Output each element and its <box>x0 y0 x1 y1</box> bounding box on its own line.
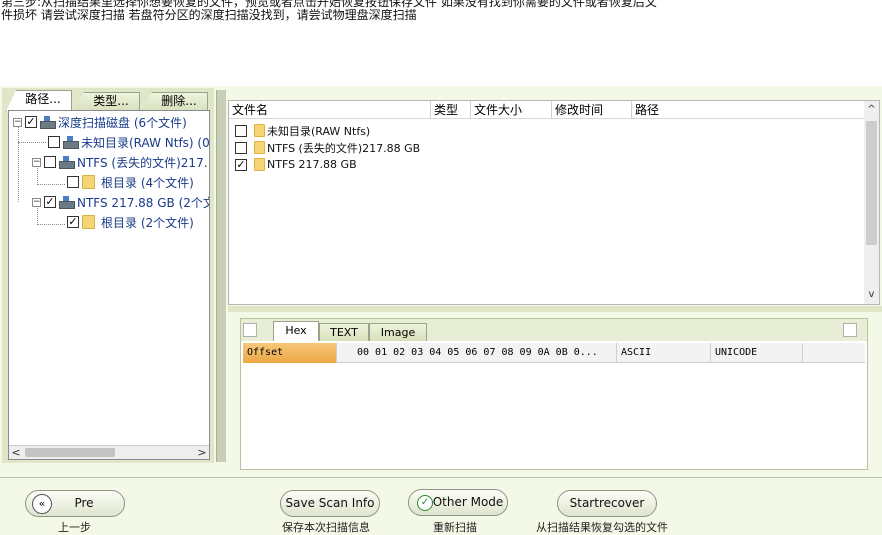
column-header-size[interactable]: 文件大小 <box>471 101 552 119</box>
tab-hex[interactable]: Hex <box>273 321 319 341</box>
tree-connector <box>18 142 46 143</box>
file-list-header: 文件名 类型 文件大小 修改时间 路径 <box>229 101 865 119</box>
hex-header: Offset 00 01 02 03 04 05 06 07 08 09 0A … <box>243 343 865 363</box>
file-row[interactable]: ✓ NTFS 217.88 GB <box>235 156 357 173</box>
tree-tabs: 路径... 类型... 删除... <box>4 90 212 112</box>
save-scan-caption: 保存本次扫描信息 <box>282 521 370 534</box>
instruction-line-2: 件损坏 请尝试深度扫描 若盘符分区的深度扫描没找到，请尝试物理盘深度扫描 <box>1 9 417 22</box>
hex-viewer: Hex TEXT Image Offset 00 01 02 03 04 05 … <box>240 318 868 470</box>
file-row-checkbox[interactable] <box>235 124 247 137</box>
file-row-name: 未知目录(RAW Ntfs) <box>267 124 371 138</box>
hex-column-ascii: ASCII <box>617 343 711 363</box>
tree-item-root-dir-2[interactable]: ✓ 根目录 (2个文件) <box>67 213 194 231</box>
tree-item-checkbox[interactable] <box>67 176 79 188</box>
file-row-checkbox[interactable]: ✓ <box>235 158 247 171</box>
column-header-name[interactable]: 文件名 <box>229 101 431 119</box>
hex-left-square <box>243 323 257 337</box>
scrollbar-thumb[interactable] <box>866 121 877 245</box>
tree-item-label: NTFS 217.88 GB (2个文 <box>77 195 210 210</box>
tab-image[interactable]: Image <box>369 323 427 341</box>
column-header-path[interactable]: 路径 <box>632 101 865 119</box>
column-header-type[interactable]: 类型 <box>431 101 471 119</box>
tree-panel: 路径... 类型... 删除... − ✓ 深度扫描磁盘 (6个文件) 未知目录… <box>2 88 214 463</box>
collapse-icon[interactable]: − <box>32 157 41 167</box>
save-scan-info-label: Save Scan Info <box>285 496 375 510</box>
folder-icon <box>254 124 265 137</box>
vertical-splitter[interactable] <box>216 90 226 462</box>
file-row-checkbox[interactable] <box>235 141 247 154</box>
hex-tabs: Hex TEXT Image <box>241 319 867 341</box>
collapse-icon[interactable]: − <box>13 117 22 127</box>
instruction-text: 第三步:从扫描结果里选择你想要恢复的文件，预览或者点击开始恢复按钮保存文件 如果… <box>0 0 882 86</box>
instruction-line-1: 第三步:从扫描结果里选择你想要恢复的文件，预览或者点击开始恢复按钮保存文件 如果… <box>1 0 657 9</box>
tree-item-checkbox[interactable]: ✓ <box>44 196 56 208</box>
tree-item-label: 根目录 (4个文件) <box>101 175 194 190</box>
tree-connector <box>18 122 19 202</box>
other-mode-button[interactable]: ✓ Other Mode <box>408 489 508 516</box>
tree-item-checkbox[interactable] <box>48 136 60 148</box>
tree-root-checkbox[interactable]: ✓ <box>25 116 37 128</box>
hex-right-square <box>843 323 857 337</box>
tree-connector <box>37 224 65 225</box>
column-header-modified[interactable]: 修改时间 <box>552 101 632 119</box>
tree-item-unknown-dir[interactable]: 未知目录(RAW Ntfs) (0 <box>48 133 210 151</box>
start-recover-label: Startrecover <box>569 496 645 510</box>
tree-horizontal-scrollbar[interactable]: < > <box>9 445 209 459</box>
folder-icon <box>82 175 95 189</box>
pre-caption: 上一步 <box>58 521 91 534</box>
tab-deleted[interactable]: 删除... <box>142 92 208 111</box>
tab-path[interactable]: 路径... <box>6 90 72 112</box>
scroll-up-icon[interactable]: ^ <box>864 103 879 117</box>
folder-icon <box>254 158 265 171</box>
disk-icon <box>40 116 56 129</box>
tab-type[interactable]: 类型... <box>74 92 140 111</box>
hex-column-bytes: 00 01 02 03 04 05 06 07 08 09 0A 0B 0... <box>337 343 617 363</box>
file-row[interactable]: NTFS (丢失的文件)217.88 GB <box>235 139 420 156</box>
start-recover-caption: 从扫描结果恢复勾选的文件 <box>536 521 668 534</box>
check-circle-icon: ✓ <box>417 495 433 511</box>
file-row[interactable]: 未知目录(RAW Ntfs) <box>235 122 370 139</box>
scroll-down-icon[interactable]: v <box>864 288 879 302</box>
save-scan-info-button[interactable]: Save Scan Info <box>280 490 380 517</box>
partition-icon <box>59 196 75 209</box>
tree-root-label: 深度扫描磁盘 (6个文件) <box>58 115 187 130</box>
horizontal-splitter[interactable] <box>228 306 882 312</box>
tree-root[interactable]: − ✓ 深度扫描磁盘 (6个文件) <box>13 113 187 131</box>
start-recover-button[interactable]: Startrecover <box>557 490 657 517</box>
tree-item-checkbox[interactable]: ✓ <box>67 216 79 228</box>
file-list: 文件名 类型 文件大小 修改时间 路径 未知目录(RAW Ntfs) NTFS … <box>228 100 880 305</box>
tree-item-root-dir-4[interactable]: 根目录 (4个文件) <box>67 173 194 191</box>
double-left-arrow-icon: « <box>32 494 52 514</box>
partition-icon <box>63 136 79 149</box>
folder-icon <box>82 215 95 229</box>
tab-text[interactable]: TEXT <box>319 323 369 341</box>
tree-item-label: 未知目录(RAW Ntfs) (0 <box>81 135 210 150</box>
hex-column-offset: Offset <box>243 343 337 363</box>
tree-item-ntfs[interactable]: − ✓ NTFS 217.88 GB (2个文 <box>32 193 210 211</box>
tree-connector <box>37 184 65 185</box>
tree-item-label: NTFS (丢失的文件)217. <box>77 155 208 170</box>
collapse-icon[interactable]: − <box>32 197 41 207</box>
tree-item-ntfs-lost[interactable]: − NTFS (丢失的文件)217. <box>32 153 208 171</box>
scroll-right-icon[interactable]: > <box>195 446 209 459</box>
scrollbar-thumb[interactable] <box>25 448 115 457</box>
scroll-left-icon[interactable]: < <box>9 446 23 459</box>
pre-button-label: Pre <box>74 496 94 510</box>
tree-item-checkbox[interactable] <box>44 156 56 168</box>
folder-tree: − ✓ 深度扫描磁盘 (6个文件) 未知目录(RAW Ntfs) (0 − NT… <box>8 110 210 460</box>
tree-item-label: 根目录 (2个文件) <box>101 215 194 230</box>
bottom-divider <box>0 477 882 478</box>
hex-column-unicode: UNICODE <box>711 343 803 363</box>
other-mode-caption: 重新扫描 <box>433 521 477 534</box>
folder-icon <box>254 141 265 154</box>
file-row-name: NTFS 217.88 GB <box>267 158 357 171</box>
partition-icon <box>59 156 75 169</box>
pre-button[interactable]: « Pre <box>25 490 125 517</box>
file-list-vertical-scrollbar[interactable]: ^ v <box>864 101 879 304</box>
file-row-name: NTFS (丢失的文件)217.88 GB <box>267 141 421 155</box>
